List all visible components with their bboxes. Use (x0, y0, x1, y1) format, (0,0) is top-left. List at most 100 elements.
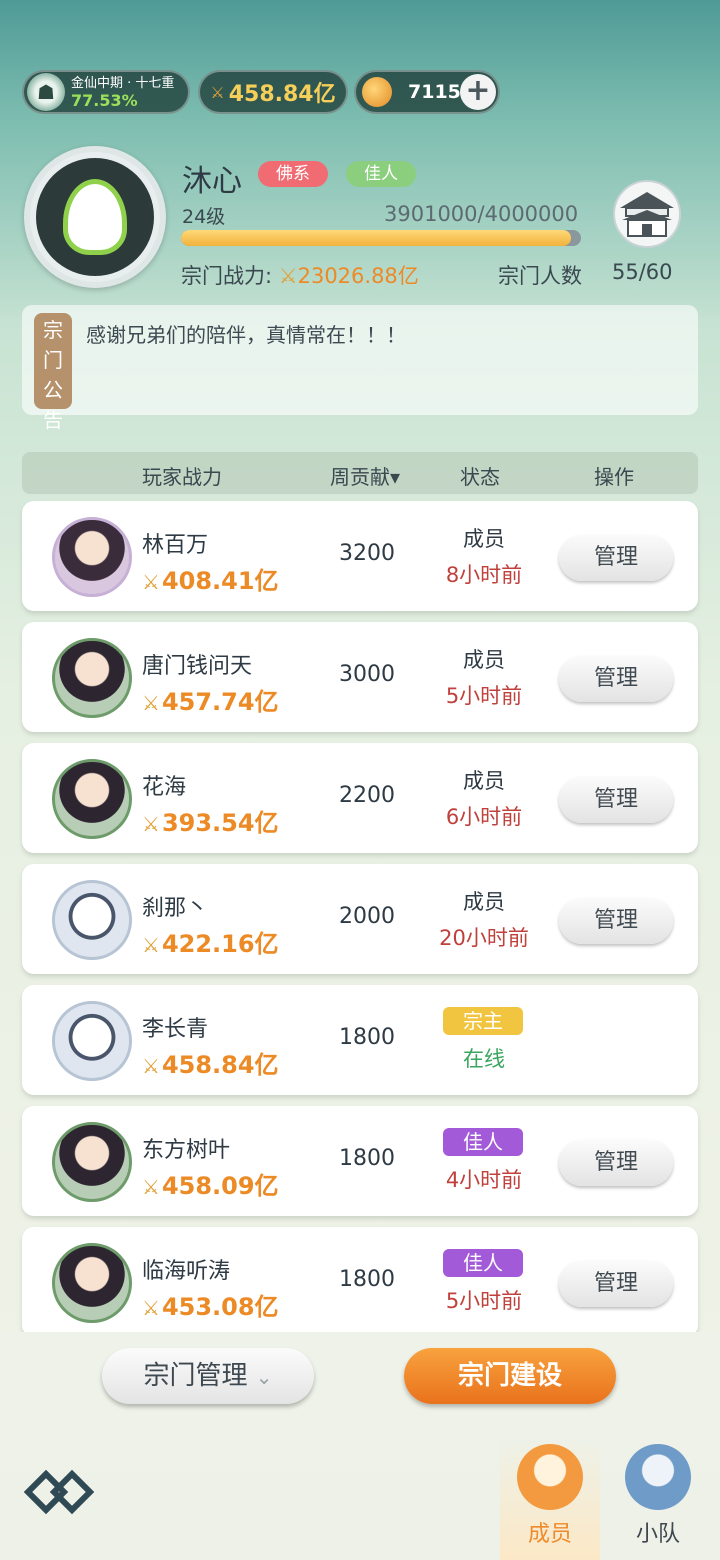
avatar[interactable] (52, 1243, 132, 1323)
member-power: 422.16亿 (161, 930, 279, 958)
member-name: 花海 (142, 775, 187, 800)
sect-building-icon[interactable] (606, 178, 688, 248)
sect-level: 24级 (182, 206, 226, 228)
header-power: 玩家战力 (142, 465, 222, 489)
member-row[interactable]: 刹那丶 ⚔422.16亿 2000 成员 20小时前 管理 (22, 864, 698, 974)
leaf-icon (63, 179, 127, 255)
member-last-online: 6小时前 (445, 805, 523, 829)
player-power-value: 458.84亿 (228, 82, 336, 107)
realm-status[interactable]: ☗ 金仙中期 · 十七重 77.53% (22, 70, 190, 114)
member-contribution: 3200 (339, 541, 395, 566)
sword-icon: ⚔ (142, 1296, 160, 1320)
add-currency-button[interactable]: + (460, 74, 496, 110)
manage-button[interactable]: 管理 (559, 777, 673, 823)
avatar[interactable] (52, 759, 132, 839)
chevron-down-icon: ⌄ (255, 1365, 273, 1389)
member-role: 成员 (463, 769, 505, 793)
member-last-online: 8小时前 (445, 563, 523, 587)
sword-icon: ⚔ (142, 691, 160, 715)
member-role: 成员 (463, 890, 505, 914)
manage-button[interactable]: 管理 (559, 898, 673, 944)
sword-icon: ⚔ (142, 570, 160, 594)
coin-icon (362, 77, 392, 107)
avatar[interactable] (52, 517, 132, 597)
member-last-online: 5小时前 (445, 684, 523, 708)
member-row[interactable]: 唐门钱问天 ⚔457.74亿 3000 成员 5小时前 管理 (22, 622, 698, 732)
member-last-online: 在线 (463, 1047, 505, 1071)
member-last-online: 5小时前 (445, 1289, 523, 1313)
sword-icon: ⚔ (142, 1175, 160, 1199)
sect-management-button[interactable]: 宗门管理 ⌄ (102, 1348, 314, 1404)
manage-button[interactable]: 管理 (559, 656, 673, 702)
member-contribution: 2000 (339, 904, 395, 929)
member-name: 临海听涛 (142, 1259, 231, 1284)
sect-members-label: 宗门人数 (498, 264, 582, 288)
manage-button[interactable]: 管理 (559, 535, 673, 581)
member-row[interactable]: 东方树叶 ⚔458.09亿 1800 佳人 4小时前 管理 (22, 1106, 698, 1216)
notice-message: 感谢兄弟们的陪伴，真情常在！！！ (86, 323, 406, 347)
notice-label: 宗门公告 (34, 313, 72, 432)
sect-tag-beauty: 佳人 (346, 161, 416, 187)
members-icon (517, 1444, 583, 1510)
manage-button[interactable]: 管理 (559, 1140, 673, 1186)
member-power: 393.54亿 (161, 809, 279, 837)
sect-tag-buddhist: 佛系 (258, 161, 328, 187)
header-status: 状态 (460, 465, 500, 489)
member-row[interactable]: 临海听涛 ⚔453.08亿 1800 佳人 5小时前 管理 (22, 1227, 698, 1337)
sword-icon: ⚔ (142, 1054, 160, 1078)
member-name: 东方树叶 (142, 1138, 231, 1163)
member-name: 林百万 (142, 533, 209, 558)
member-name: 唐门钱问天 (142, 654, 253, 679)
member-row[interactable]: 林百万 ⚔408.41亿 3200 成员 8小时前 管理 (22, 501, 698, 611)
member-power: 457.74亿 (161, 688, 279, 716)
leader-badge: 宗主 (443, 1007, 523, 1035)
avatar[interactable] (52, 638, 132, 718)
realm-avatar-icon: ☗ (27, 73, 65, 111)
member-last-online: 20小时前 (439, 926, 529, 950)
menu-logo-icon[interactable] (24, 1466, 96, 1518)
member-contribution: 1800 (339, 1146, 395, 1171)
sect-emblem (24, 146, 166, 288)
member-last-online: 4小时前 (445, 1168, 523, 1192)
sect-power-value: 23026.88亿 (297, 264, 419, 288)
avatar[interactable] (52, 1001, 132, 1081)
member-row[interactable]: 李长青 ⚔458.84亿 1800 宗主 在线 (22, 985, 698, 1095)
sword-icon: ⚔ (278, 264, 298, 288)
player-power: ⚔ 458.84亿 (198, 70, 348, 114)
member-power: 408.41亿 (161, 567, 279, 595)
tab-members[interactable]: 成员 (500, 1438, 600, 1560)
currency-display: 7115 + (354, 70, 500, 114)
sect-power-label: 宗门战力: (181, 264, 273, 288)
manage-button[interactable]: 管理 (559, 1261, 673, 1307)
sect-members-value: 55/60 (612, 260, 673, 284)
sword-icon: ⚔ (142, 812, 160, 836)
member-power: 458.09亿 (161, 1172, 279, 1200)
sect-name: 沐心 (182, 164, 242, 199)
sect-exp-fill (181, 230, 571, 246)
header-contribution[interactable]: 周贡献▾ (330, 461, 400, 490)
member-contribution: 3000 (339, 662, 395, 687)
sect-build-button[interactable]: 宗门建设 (404, 1348, 616, 1404)
member-name: 刹那丶 (142, 896, 209, 921)
sect-power: 宗门战力: ⚔23026.88亿 (181, 260, 419, 290)
member-contribution: 1800 (339, 1025, 395, 1050)
sect-exp-bar (181, 230, 581, 246)
realm-name: 金仙中期 · 十七重 (71, 76, 175, 91)
member-row[interactable]: 花海 ⚔393.54亿 2200 成员 6小时前 管理 (22, 743, 698, 853)
team-icon (625, 1444, 691, 1510)
sect-notice[interactable]: 宗门公告 感谢兄弟们的陪伴，真情常在！！！ (22, 305, 698, 432)
tab-team-label: 小队 (635, 1522, 680, 1547)
avatar[interactable] (52, 1122, 132, 1202)
sect-management-label: 宗门管理 (143, 1361, 248, 1391)
sword-icon: ⚔ (142, 933, 160, 957)
member-role: 成员 (463, 648, 505, 672)
avatar[interactable] (52, 880, 132, 960)
beauty-badge: 佳人 (443, 1249, 523, 1277)
member-power: 458.84亿 (161, 1051, 279, 1079)
member-contribution: 1800 (339, 1267, 395, 1292)
sword-icon: ⚔ (210, 82, 225, 102)
member-contribution: 2200 (339, 783, 395, 808)
header-action: 操作 (594, 465, 634, 489)
tab-team[interactable]: 小队 (608, 1438, 708, 1560)
member-role: 成员 (463, 527, 505, 551)
